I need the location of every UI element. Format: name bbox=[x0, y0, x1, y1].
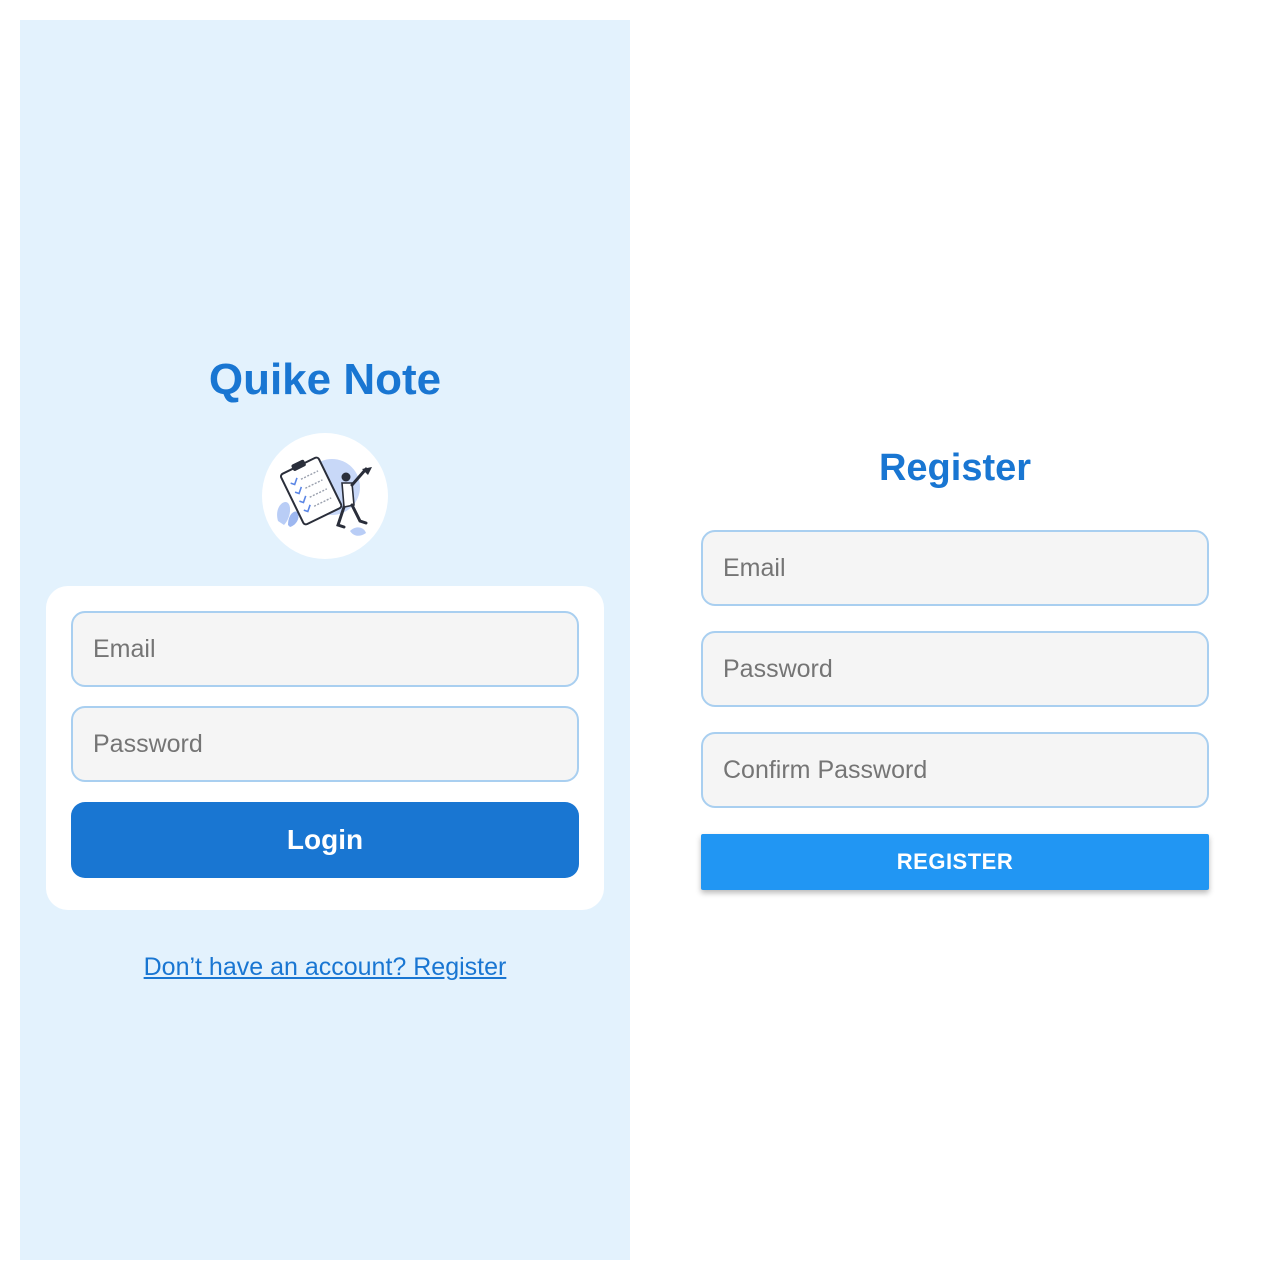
login-button[interactable]: Login bbox=[71, 802, 579, 878]
register-link[interactable]: Don’t have an account? Register bbox=[20, 950, 630, 984]
register-title: Register bbox=[878, 447, 1032, 489]
login-screen: Quike Note Email Login Don’t have an acc… bbox=[20, 20, 630, 1260]
login-card: Login bbox=[46, 586, 604, 910]
email-input[interactable] bbox=[71, 611, 579, 687]
confirm-password-input[interactable] bbox=[701, 732, 1209, 808]
app-title: Quike Note bbox=[208, 355, 442, 404]
register-button[interactable]: REGISTER bbox=[701, 834, 1209, 890]
notes-checklist-illustration-icon bbox=[277, 456, 372, 536]
register-screen: Register REGISTER bbox=[650, 20, 1260, 1260]
register-email-input[interactable] bbox=[701, 530, 1209, 606]
register-password-input[interactable] bbox=[701, 631, 1209, 707]
app-logo bbox=[262, 433, 388, 559]
password-input[interactable] bbox=[71, 706, 579, 782]
